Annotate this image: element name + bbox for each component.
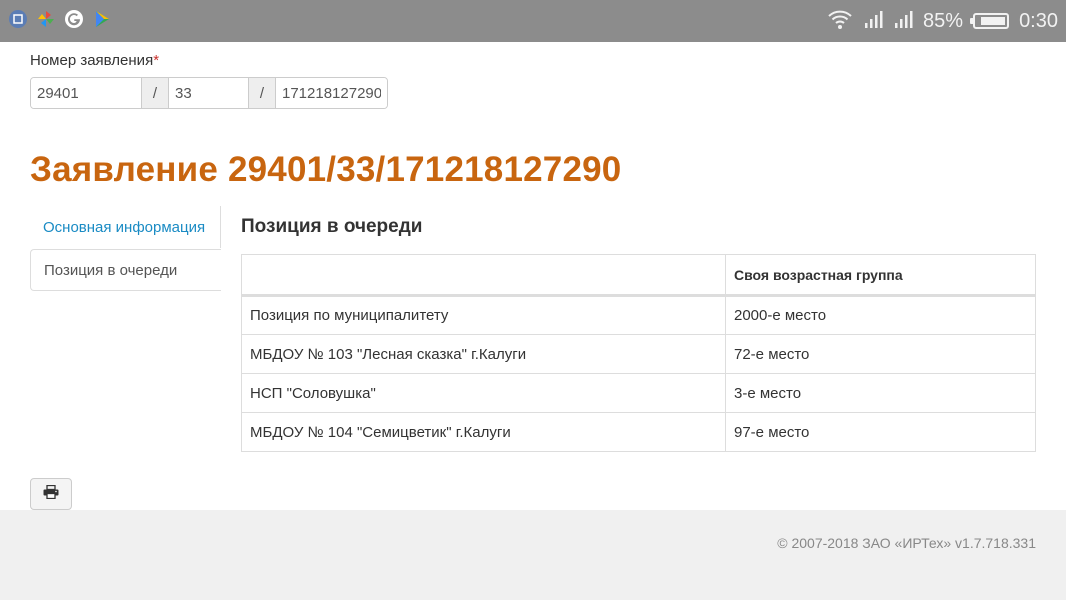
section-title: Позиция в очереди <box>241 216 423 237</box>
play-store-icon <box>92 9 112 29</box>
table-header-cell: Своя возрастная группа <box>725 254 1036 297</box>
signal-2-icon <box>893 9 913 34</box>
queue-position-table: Своя возрастная группа Позиция по муници… <box>241 254 1036 452</box>
position-cell: 2000-е место <box>725 295 1036 335</box>
printer-icon <box>43 484 59 504</box>
status-bar: 85% 0:30 <box>0 0 1066 42</box>
separator-2: / <box>248 78 276 108</box>
kindergarten-cell: НСП "Соловушка" <box>241 373 726 413</box>
number-part-2-input[interactable] <box>169 78 248 108</box>
clock: 0:30 <box>1019 9 1058 32</box>
kindergarten-cell: МБДОУ № 103 "Лесная сказка" г.Калуги <box>241 334 726 374</box>
kindergarten-cell: Позиция по муниципалитету <box>241 295 726 335</box>
wifi-icon <box>827 8 853 35</box>
tab-basic-info[interactable]: Основная информация <box>30 206 221 248</box>
battery-icon <box>970 13 1010 29</box>
pinwheel-icon <box>36 9 56 29</box>
battery-percent: 85% <box>923 9 964 32</box>
required-mark: * <box>153 52 160 69</box>
position-cell: 3-е место <box>725 373 1036 413</box>
separator-1: / <box>141 78 169 108</box>
table-header-cell <box>241 254 726 297</box>
table-row: МБДОУ № 104 "Семицветик" г.Калуги 97-е м… <box>241 412 1036 452</box>
number-part-1-input[interactable] <box>31 78 141 108</box>
copyright: © 2007-2018 ЗАО «ИРТех» v1.7.718.331 <box>777 535 1036 551</box>
screenshot-icon <box>8 9 28 29</box>
signal-1-icon <box>863 9 883 34</box>
table-row: Позиция по муниципалитету 2000-е место <box>241 295 1036 335</box>
footer: © 2007-2018 ЗАО «ИРТех» v1.7.718.331 <box>0 510 1066 600</box>
application-number-label: Номер заявления* <box>30 52 160 69</box>
table-header-row: Своя возрастная группа <box>241 254 1036 297</box>
print-button[interactable] <box>30 478 72 510</box>
kindergarten-cell: МБДОУ № 104 "Семицветик" г.Калуги <box>241 412 726 452</box>
side-nav: Основная информация Позиция в очереди <box>30 206 221 291</box>
page-title: Заявление 29401/33/171218127290 <box>30 150 622 189</box>
notification-icons <box>8 9 112 29</box>
position-cell: 97-е место <box>725 412 1036 452</box>
google-icon <box>64 9 84 29</box>
table-row: МБДОУ № 103 "Лесная сказка" г.Калуги 72-… <box>241 334 1036 374</box>
position-cell: 72-е место <box>725 334 1036 374</box>
table-row: НСП "Соловушка" 3-е место <box>241 373 1036 413</box>
tab-queue-position[interactable]: Позиция в очереди <box>30 249 221 291</box>
application-number-group: / / <box>30 77 388 109</box>
number-part-3-input[interactable] <box>276 78 387 108</box>
